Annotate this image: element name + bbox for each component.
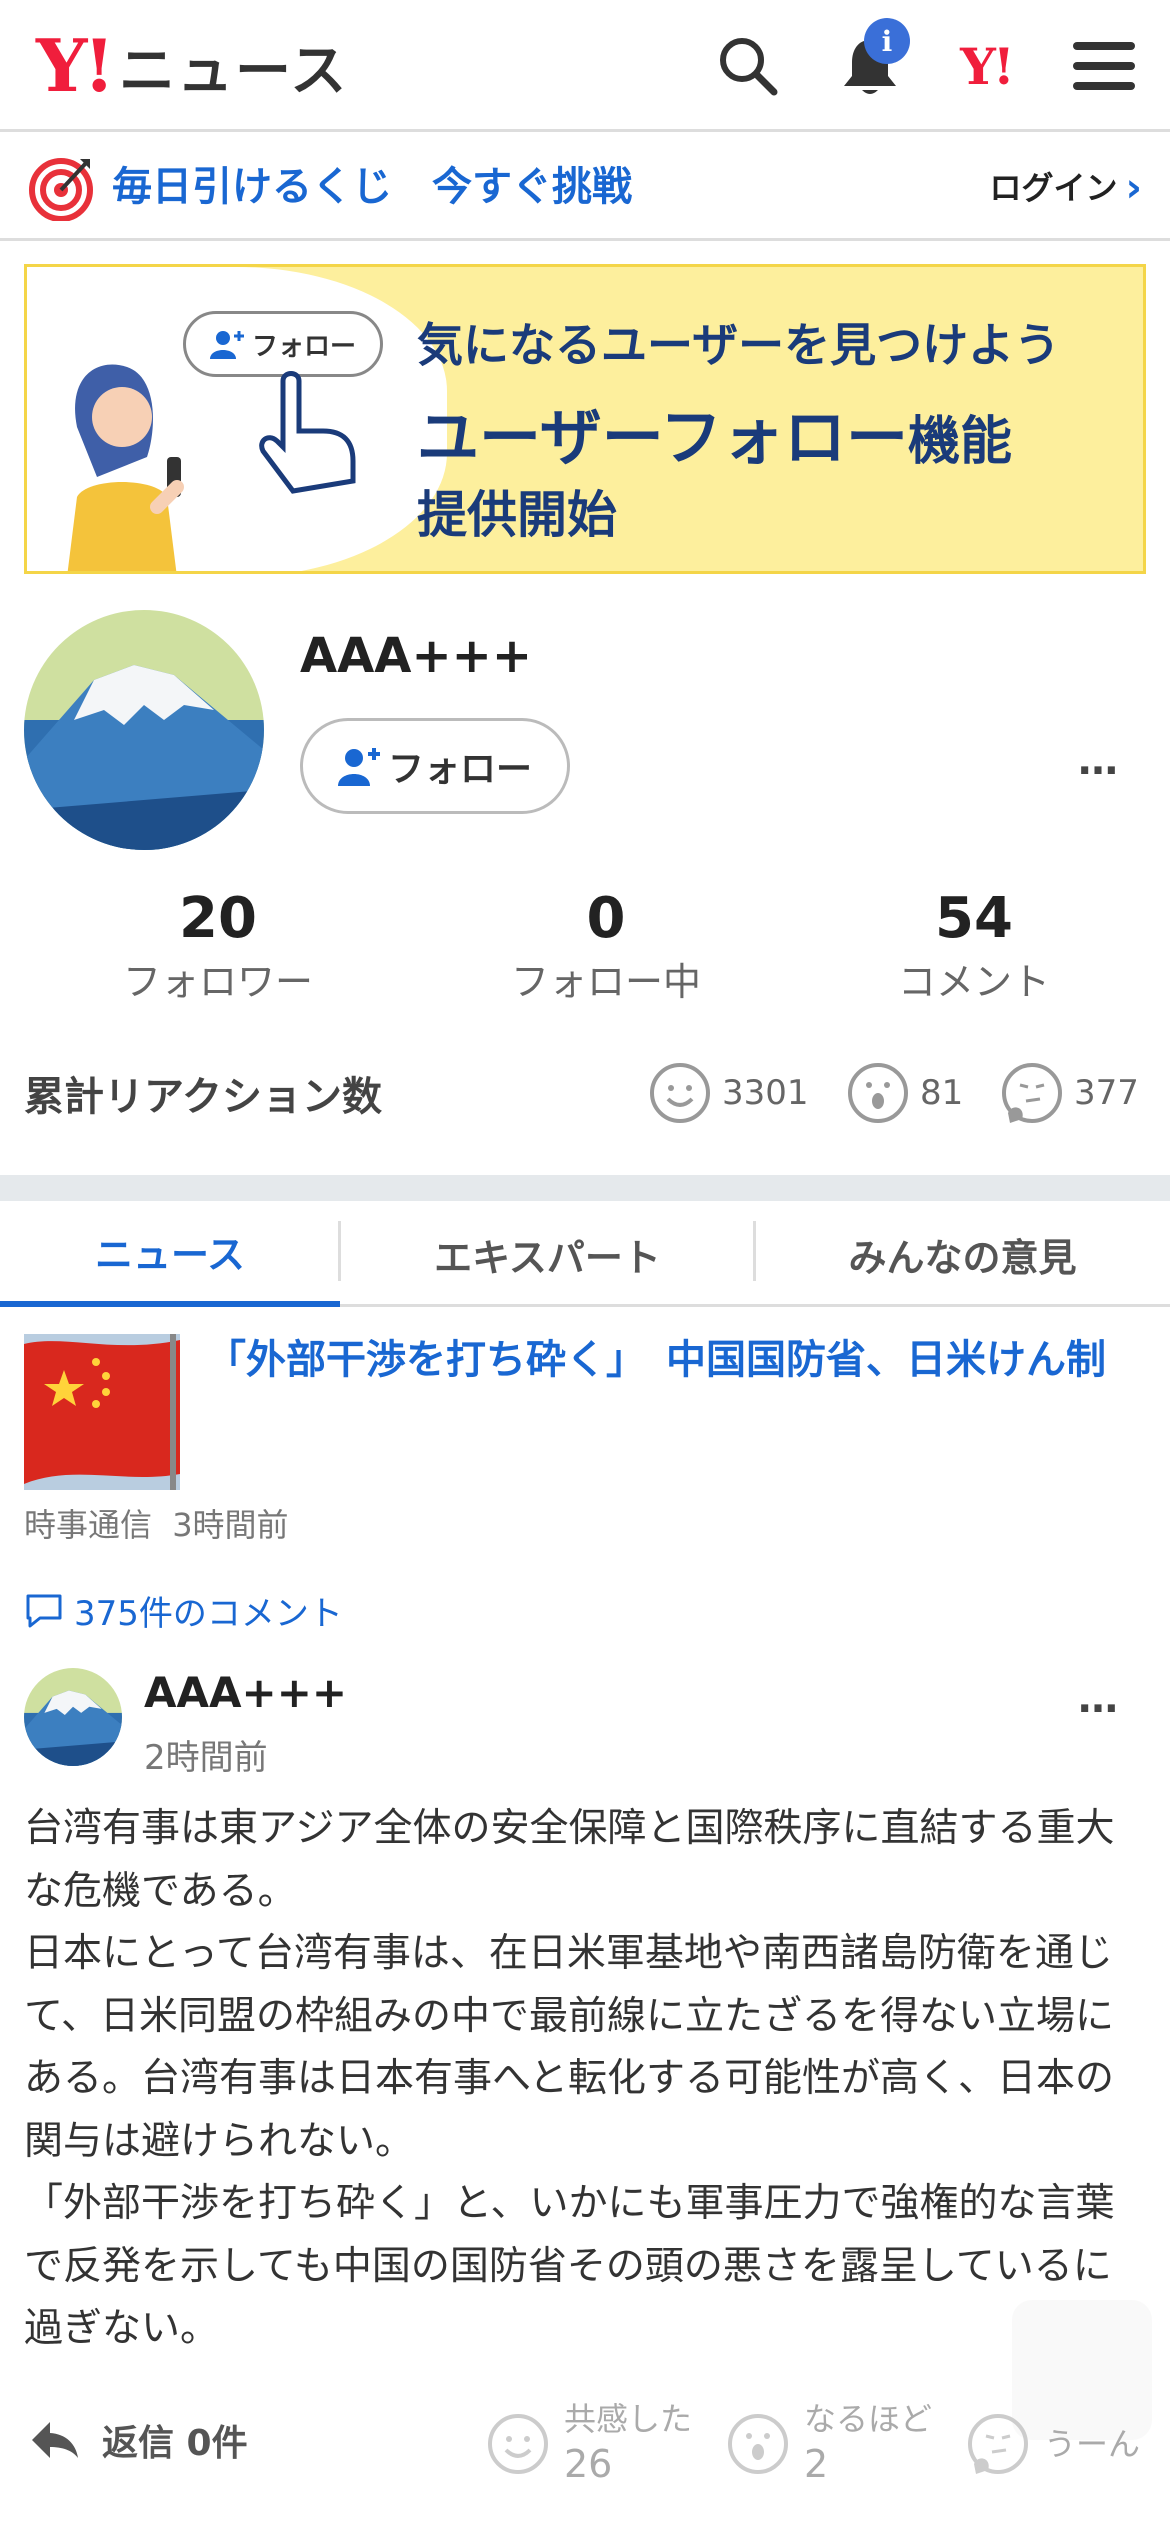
comments-label: コメント [897,960,1050,1004]
stat-following[interactable]: 0 フォロー中 [456,886,756,1012]
article-comments-label: 375件のコメント [74,1594,343,1634]
lottery-bar[interactable]: 毎日引けるくじ 今すぐ挑戦 ログイン › [0,135,1170,241]
tab-news[interactable]: ニュース [0,1201,340,1307]
login-link[interactable]: ログイン › [990,163,1143,213]
reaction-empathize-count: 26 [564,2442,613,2486]
article-title[interactable]: 「外部干渉を打ち砕く」 中国国防省、日米けん制 [206,1326,1136,1394]
menu-icon[interactable] [1068,30,1140,102]
banner-follow-label: フォロー [251,331,356,362]
stat-followers[interactable]: 20 フォロワー [68,886,368,1012]
reaction-smile-count: 3301 [722,1073,809,1113]
comment-username[interactable]: AAA+++ [144,1668,347,1717]
tab-separator [338,1221,341,1281]
tab-separator [753,1221,756,1281]
thinking-icon [968,2414,1028,2474]
follow-button[interactable]: フォロー [300,718,570,814]
yahoo-logo-mark: Y! [36,23,115,108]
reaction-surprised: 81 [846,1058,963,1128]
reaction-understand-label: なるほど [804,2400,933,2438]
comment-body: 台湾有事は東アジア全体の安全保障と国際秩序に直結する重大な危機である。 日本にと… [24,1798,1146,2361]
comment-footer: 返信 0件 共感した 26 なるほど 2 うーん [0,2384,1170,2504]
smile-icon [488,2414,548,2474]
reply-arrow-icon [32,2422,78,2458]
section-divider [0,1175,1170,1201]
add-user-icon [337,748,380,786]
profile-avatar [24,610,264,850]
reaction-thinking-count: 377 [1074,1073,1139,1113]
pointing-hand-icon [259,371,356,494]
comment-paragraph: 台湾有事は東アジア全体の安全保障と国際秩序に直結する重大な危機である。 [24,1806,1115,1914]
reply-button[interactable]: 返信 0件 [30,2414,248,2466]
banner-line-2-main: ユーザーフォロー [417,401,909,474]
thinking-icon [1002,1063,1062,1123]
article-comments-link[interactable]: 375件のコメント [24,1586,343,1635]
comment-paragraph: 「外部干渉を打ち砕く」と、いかにも軍事圧力で強権的な言葉で反発を示しても中国の国… [24,2181,1115,2351]
profile-tabs: ニュース エキスパート みんなの意見 [0,1201,1170,1307]
comment-more-button[interactable]: … [1078,1676,1122,1722]
reply-label: 返信 0件 [102,2423,248,2464]
profile-more-button[interactable]: … [1078,738,1122,784]
yahoo-mark: Y! [960,36,1015,96]
add-user-icon [209,331,244,359]
yahoo-news-logo[interactable]: Y! ニュース [36,24,348,108]
reaction-empathize-button[interactable]: 共感した 26 [486,2384,692,2504]
comment-paragraph: 日本にとって台湾有事は、在日米軍基地や南西諸島防衛を通じて、日米同盟の枠組みの中… [24,1931,1115,2164]
reaction-understand-button[interactable]: なるほど 2 [726,2384,932,2504]
comment-time: 2時間前 [144,1738,268,1778]
tab-opinions[interactable]: みんなの意見 [755,1201,1170,1307]
stat-comments[interactable]: 54 コメント [824,886,1124,1012]
followers-count: 20 [179,886,257,951]
banner-line-2: ユーザーフォロー機能 [417,387,1012,477]
yahoo-home-icon[interactable]: Y! [950,30,1022,102]
comment-bubble-icon [26,1594,62,1627]
comment-avatar [24,1668,122,1766]
reaction-hmm-button[interactable]: うーん [966,2384,1140,2504]
total-reactions-row: 累計リアクション数 3301 81 377 [24,1058,1146,1128]
reaction-understand-count: 2 [804,2442,829,2486]
reaction-smile: 3301 [648,1058,809,1128]
banner-follow-chip: フォロー [183,311,383,377]
lottery-text: 毎日引けるくじ 今すぐ挑戦 [112,164,632,210]
target-icon [28,155,94,222]
article-thumbnail[interactable] [24,1334,180,1490]
article-time: 3時間前 [172,1506,289,1544]
tab-expert[interactable]: エキスパート [340,1201,755,1307]
banner-line-1: 気になるユーザーを見つけよう [417,318,1061,372]
total-reactions-title: 累計リアクション数 [24,1074,382,1120]
comments-count: 54 [935,886,1013,951]
reaction-thinking: 377 [1000,1058,1139,1128]
following-count: 0 [586,886,626,951]
reaction-surprised-count: 81 [920,1073,964,1113]
chevron-right-icon: › [1125,165,1142,211]
login-label: ログイン [989,169,1118,207]
profile-username: AAA+++ [300,628,533,684]
reaction-empathize-label: 共感した [564,2400,693,2438]
user-follow-banner[interactable]: フォロー 気になるユーザーを見つけよう ユーザーフォロー機能 提供開始 [24,264,1146,574]
article-meta: 時事通信 3時間前 [24,1500,289,1546]
top-header: Y! ニュース i Y! [0,0,1170,132]
notification-bell-icon[interactable]: i [834,18,910,102]
search-icon[interactable] [712,30,784,102]
notification-badge: i [864,18,910,64]
surprised-icon [728,2414,788,2474]
smile-icon [650,1063,710,1123]
reaction-hmm-label: うーん [1044,2425,1141,2463]
news-logo-text: ニュース [119,38,349,104]
banner-line-2-small: 機能 [908,412,1013,472]
follow-button-label: フォロー [387,749,532,790]
article-source: 時事通信 [24,1506,153,1544]
following-label: フォロー中 [510,960,701,1004]
followers-label: フォロワー [122,960,313,1004]
banner-line-3: 提供開始 [417,486,617,544]
surprised-icon [848,1063,908,1123]
